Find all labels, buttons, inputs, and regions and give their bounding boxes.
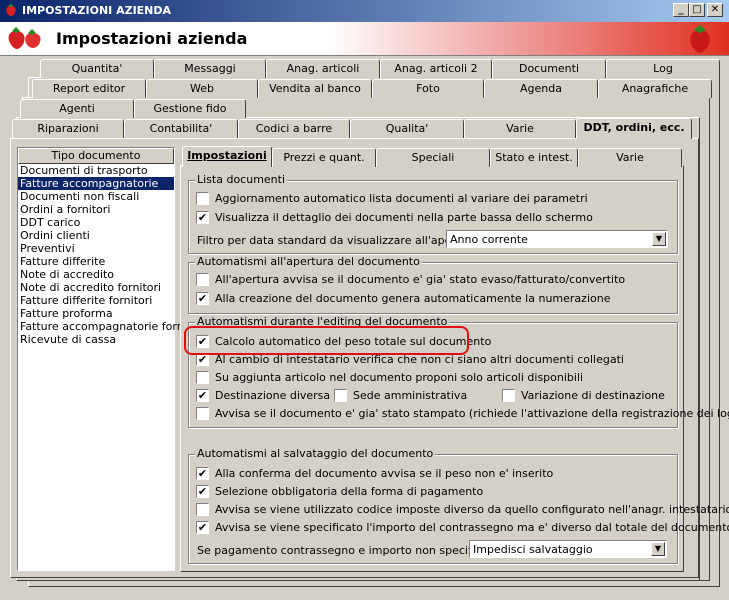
tab-stato-intest[interactable]: Stato e intest. [490,148,578,167]
page-title: Impostazioni azienda [56,29,248,48]
tab-codici-a-barre[interactable]: Codici a barre [238,119,350,138]
group-title: Automatismi al salvataggio del documento [195,447,436,460]
tab-vendita-al-banco[interactable]: Vendita al banco [258,79,372,98]
tab-qualita[interactable]: Qualita' [350,119,464,138]
chevron-down-icon[interactable]: ▼ [651,542,665,556]
window-title: IMPOSTAZIONI AZIENDA [22,4,172,17]
checkbox-box[interactable] [196,273,209,286]
check-icon[interactable]: ✔ [196,521,209,534]
select-value: Anno corrente [450,233,528,246]
check-icon[interactable]: ✔ [196,292,209,305]
tab-prezzi-quant[interactable]: Prezzi e quant. [272,148,376,167]
checkbox-label: Avvisa se viene utilizzato codice impost… [215,503,729,516]
list-item[interactable]: Preventivi [18,242,174,255]
strawberry-icon [6,4,16,16]
chevron-down-icon[interactable]: ▼ [652,232,666,246]
checkbox-label: Avvisa se il documento e' gia' stato sta… [215,407,729,420]
group-title: Lista documenti [195,173,288,186]
tab-quantita[interactable]: Quantita' [40,59,154,78]
tab-varie-inner[interactable]: Varie [578,148,682,167]
checkbox-box[interactable] [502,389,515,402]
minimize-button[interactable]: _ [673,3,689,17]
list-item[interactable]: Ordini a fornitori [18,203,174,216]
checkbox-label: Aggiornamento automatico lista documenti… [215,192,588,205]
group-apertura: Automatismi all'apertura del documento [188,255,678,314]
tab-anag-articoli-2[interactable]: Anag. articoli 2 [380,59,492,78]
list-item[interactable]: Fatture differite [18,255,174,268]
tab-log[interactable]: Log [606,59,720,78]
contrassegno-select[interactable]: Impedisci salvataggio ▼ [469,540,667,558]
tab-varie[interactable]: Varie [464,119,576,138]
list-item-selected[interactable]: Fatture accompagnatorie [18,177,174,190]
document-type-list[interactable]: Tipo documento Documenti di trasporto Fa… [17,147,205,571]
list-item[interactable]: Ricevute di cassa [18,333,174,346]
checkbox-box[interactable] [196,192,209,205]
checkbox-label: Su aggiunta articolo nel documento propo… [215,371,584,384]
strawberry-icon [690,25,710,53]
check-icon[interactable]: ✔ [196,211,209,224]
filter-label: Filtro per data standard da visualizzare… [197,234,486,247]
checkbox-label: Variazione di destinazione [521,389,665,402]
tab-anag-articoli[interactable]: Anag. articoli [266,59,380,78]
header-banner: Impostazioni azienda [0,22,729,56]
list-header[interactable]: Tipo documento [18,148,174,164]
tab-ddt-ordini[interactable]: DDT, ordini, ecc. [576,118,692,139]
checkbox-label: All'apertura avvisa se il documento e' g… [215,273,626,286]
check-icon[interactable]: ✔ [196,467,209,480]
strawberries-logo-icon [8,27,41,49]
list-item[interactable]: Note di accredito [18,268,174,281]
checkbox-box[interactable] [196,407,209,420]
maximize-button[interactable]: □ [689,3,705,17]
checkbox-label: Destinazione diversa [215,389,331,402]
tab-messaggi[interactable]: Messaggi [154,59,266,78]
list-item[interactable]: Ordini clienti [18,229,174,242]
filter-date-select[interactable]: Anno corrente ▼ [446,230,668,248]
checkbox-box[interactable] [334,389,347,402]
tab-web[interactable]: Web [146,79,258,98]
contrassegno-label: Se pagamento contrassegno e importo non … [197,544,506,557]
checkbox-label: Selezione obbligatoria della forma di pa… [215,485,484,498]
tab-anagrafiche[interactable]: Anagrafiche [598,79,712,98]
checkbox-label: Alla conferma del documento avvisa se il… [215,467,554,480]
list-item[interactable]: Fatture differite fornitori [18,294,174,307]
tab-documenti[interactable]: Documenti [492,59,606,78]
check-icon[interactable]: ✔ [196,485,209,498]
title-bar: IMPOSTAZIONI AZIENDA _ □ ✕ [0,0,729,22]
tab-gestione-fido[interactable]: Gestione fido [134,99,246,118]
tab-impostazioni[interactable]: Impostazioni [182,146,272,167]
tab-riparazioni[interactable]: Riparazioni [12,119,124,138]
tab-report-editor[interactable]: Report editor [32,79,146,98]
highlight-annotation [184,326,469,355]
list-item[interactable]: Documenti di trasporto [18,164,174,177]
select-value: Impedisci salvataggio [473,543,593,556]
tab-contabilita[interactable]: Contabilita' [124,119,238,138]
tab-agenda[interactable]: Agenda [484,79,598,98]
checkbox-label: Alla creazione del documento genera auto… [215,292,611,305]
list-item[interactable]: Fatture proforma [18,307,174,320]
tab-foto[interactable]: Foto [372,79,484,98]
tab-speciali[interactable]: Speciali [376,148,490,167]
list-item[interactable]: DDT carico [18,216,174,229]
tab-agenti[interactable]: Agenti [20,99,134,118]
checkbox-label: Visualizza il dettaglio dei documenti ne… [215,211,593,224]
list-item[interactable]: Documenti non fiscali [18,190,174,203]
close-button[interactable]: ✕ [707,3,723,17]
group-title: Automatismi all'apertura del documento [195,255,422,268]
check-icon[interactable]: ✔ [196,389,209,402]
checkbox-label: Sede amministrativa [353,389,468,402]
list-item[interactable]: Fatture accompagnatorie fornitori [18,320,205,333]
checkbox-box[interactable] [196,503,209,516]
checkbox-box[interactable] [196,371,209,384]
list-item[interactable]: Note di accredito fornitori [18,281,174,294]
checkbox-label: Avvisa se viene specificato l'importo de… [215,521,729,534]
